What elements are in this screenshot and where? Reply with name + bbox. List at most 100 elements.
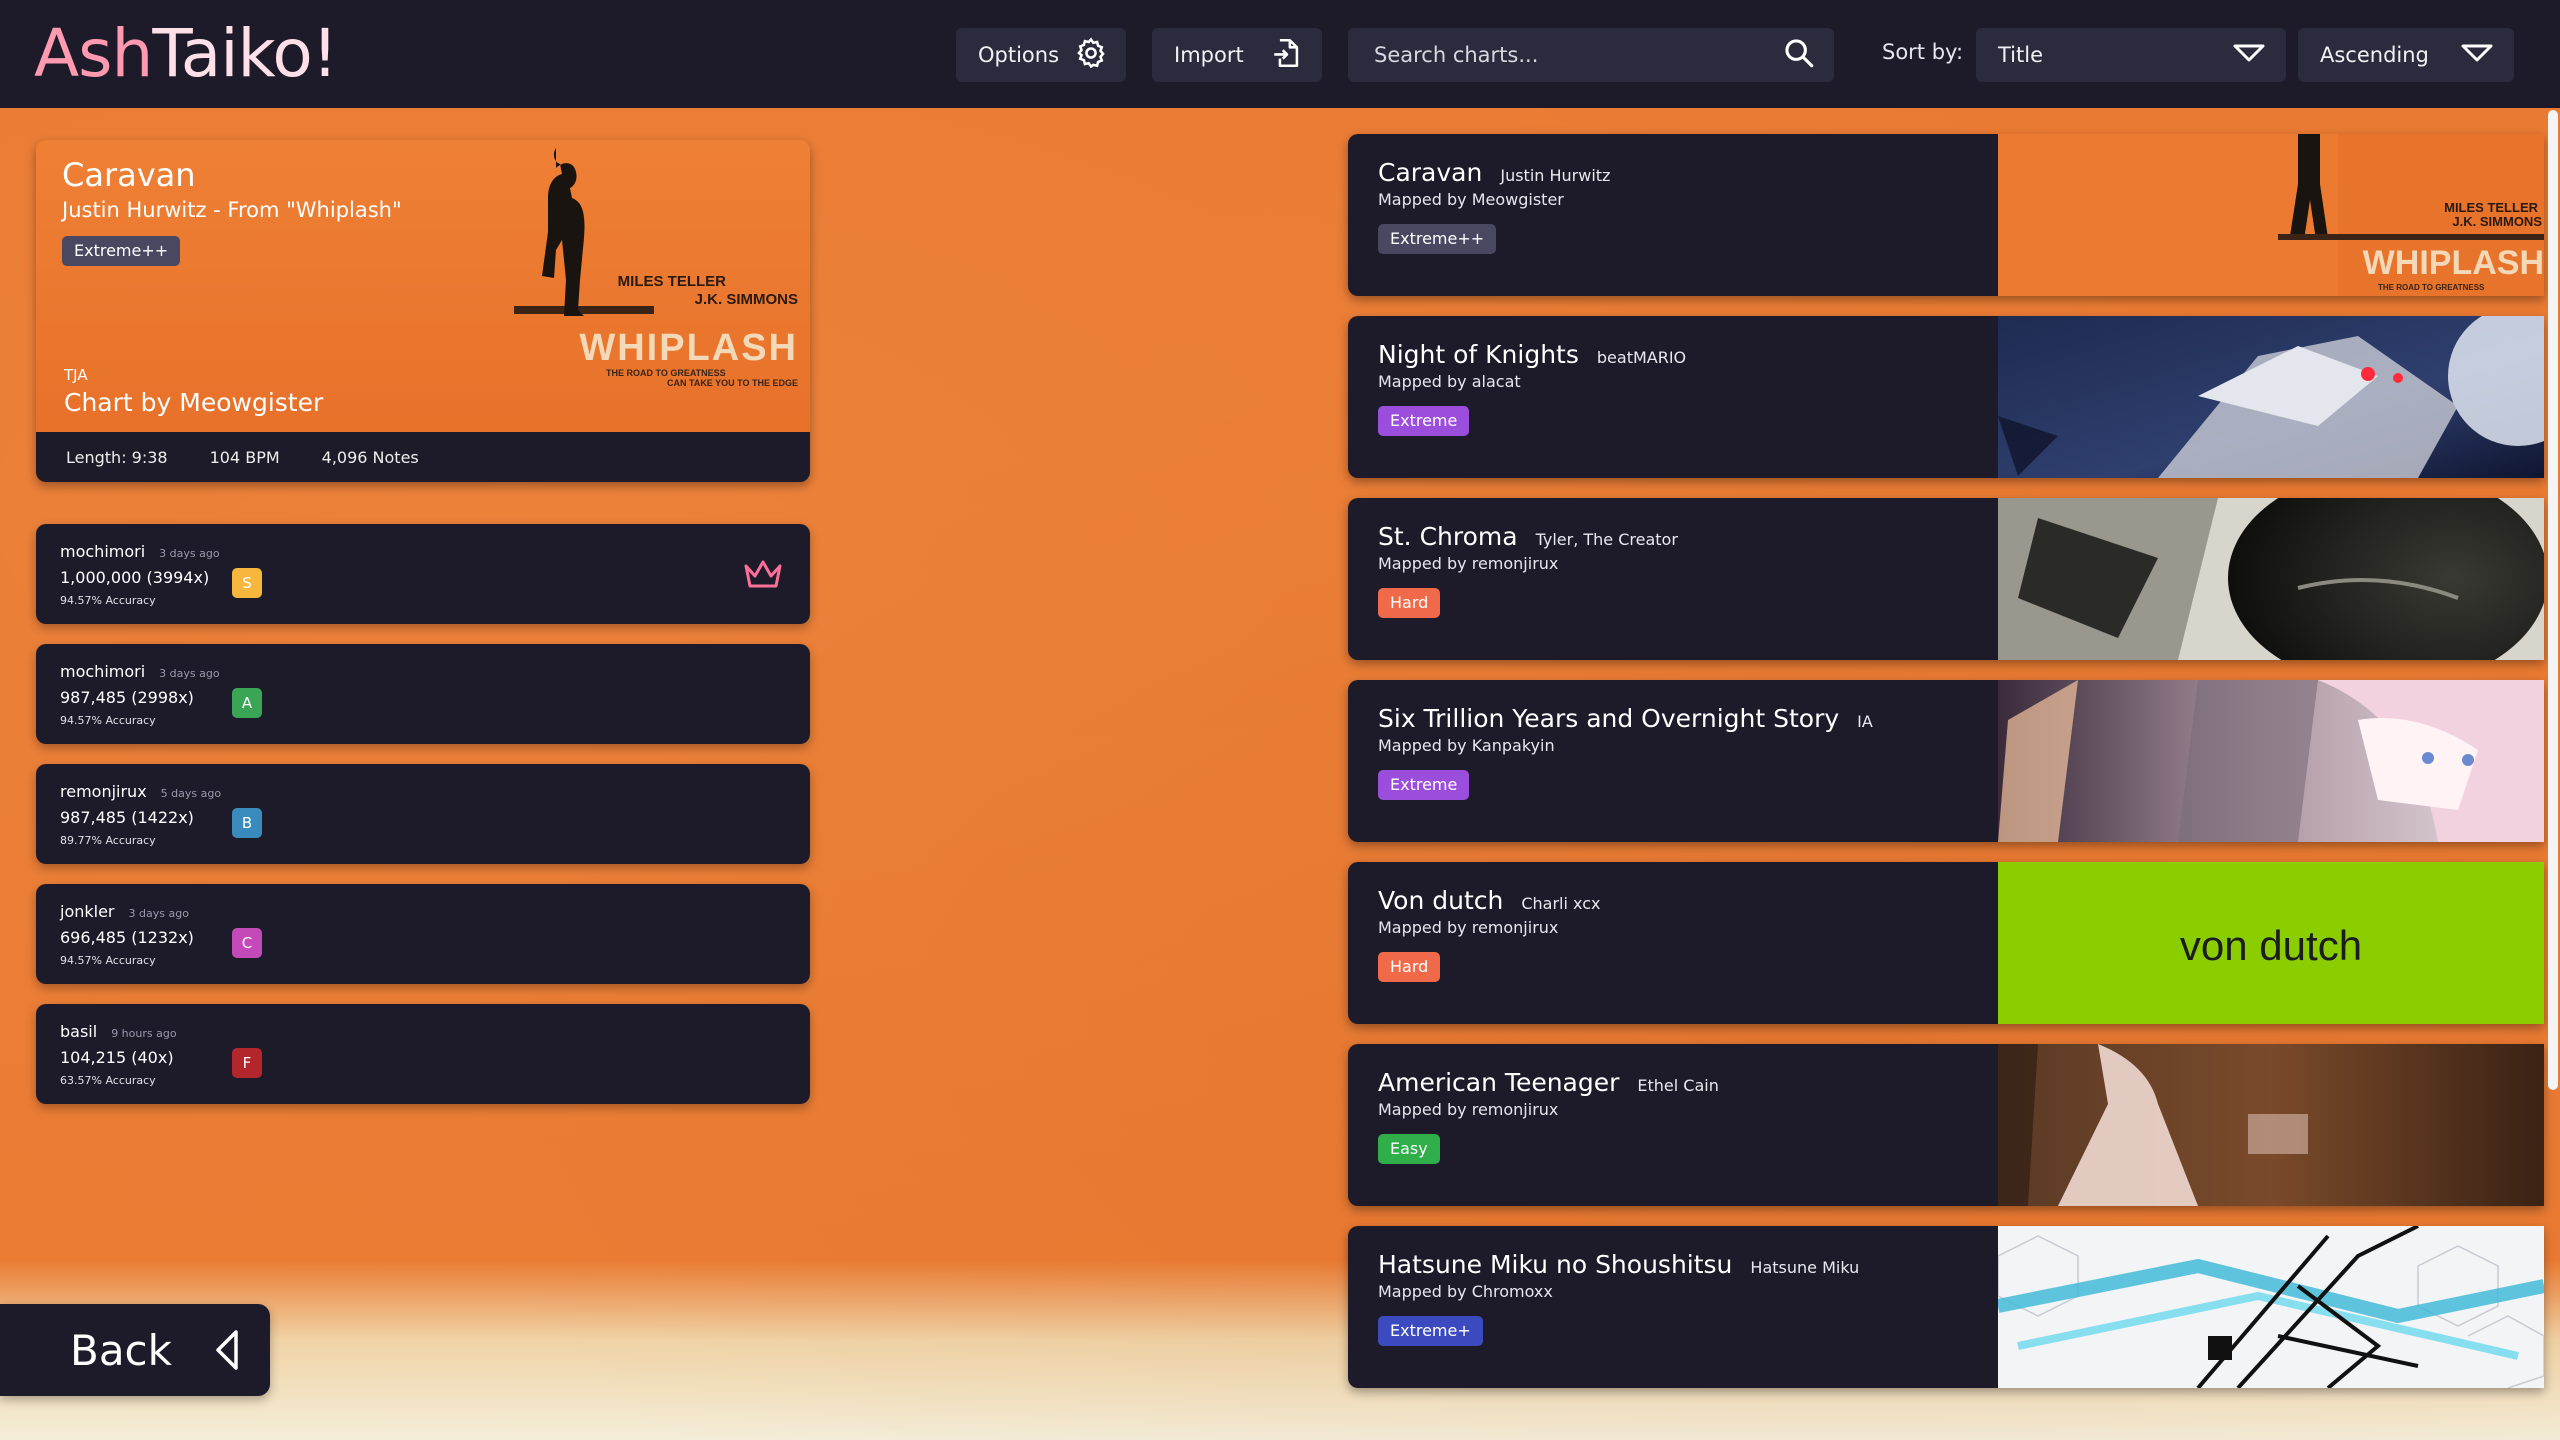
chart-stats: Length: 9:38 104 BPM 4,096 Notes xyxy=(36,432,810,482)
song-artist: Ethel Cain xyxy=(1637,1076,1719,1095)
song-item-hatsune-miku-no-shoushitsu[interactable]: Hatsune Miku no Shoushitsu Hatsune Miku M… xyxy=(1348,1226,2544,1388)
svg-text:J.K. SIMMONS: J.K. SIMMONS xyxy=(2452,214,2542,229)
song-artist: Justin Hurwitz xyxy=(1500,166,1611,185)
song-thumbnail: MILES TELLER J.K. SIMMONS WHIPLASH THE R… xyxy=(1998,134,2544,296)
song-mapper: Mapped by remonjirux xyxy=(1378,1100,1559,1119)
difficulty-badge: Extreme++ xyxy=(62,236,181,266)
difficulty-badge: Extreme++ xyxy=(1378,224,1497,254)
song-title: Caravan xyxy=(1378,158,1483,187)
logo-part-2: Taiko! xyxy=(152,15,338,92)
score-accuracy: 94.57% Accuracy xyxy=(60,594,156,607)
song-thumbnail: von dutch xyxy=(1998,862,2544,1024)
song-artist: Charli xcx xyxy=(1521,894,1601,913)
score-entry[interactable]: basil 9 hours ago 104,215 (40x) 63.57% Ac… xyxy=(36,1004,810,1104)
selected-chart-card: MILES TELLER J.K. SIMMONS WHIPLASH THE R… xyxy=(36,140,810,482)
score-player: basil xyxy=(60,1022,98,1041)
sort-order-select[interactable]: Ascending xyxy=(2298,28,2514,82)
song-item-st-chroma[interactable]: St. Chroma Tyler, The Creator Mapped by r… xyxy=(1348,498,2544,660)
score-player: remonjirux xyxy=(60,782,147,801)
song-mapper: Mapped by Chromoxx xyxy=(1378,1282,1553,1301)
score-player: jonkler xyxy=(60,902,115,921)
score-points: 104,215 (40x) xyxy=(60,1048,174,1067)
score-time: 3 days ago xyxy=(159,547,220,560)
sort-field-select[interactable]: Title xyxy=(1976,28,2286,82)
score-accuracy: 63.57% Accuracy xyxy=(60,1074,156,1087)
grade-badge: C xyxy=(232,928,262,958)
song-item-caravan[interactable]: Caravan Justin Hurwitz Mapped by Meowgist… xyxy=(1348,134,2544,296)
chart-length: Length: 9:38 xyxy=(66,447,168,467)
song-artist: IA xyxy=(1857,712,1873,731)
song-title: American Teenager xyxy=(1378,1068,1620,1097)
difficulty-badge: Hard xyxy=(1378,952,1441,982)
import-button[interactable]: Import xyxy=(1152,28,1322,82)
album-art-text: von dutch xyxy=(2180,922,2362,969)
song-item-von-dutch[interactable]: Von dutch Charli xcx Mapped by remonjirux… xyxy=(1348,862,2544,1024)
score-entry[interactable]: mochimori 3 days ago 1,000,000 (3994x) 94… xyxy=(36,524,810,624)
score-entry[interactable]: mochimori 3 days ago 987,485 (2998x) 94.5… xyxy=(36,644,810,744)
difficulty-badge: Hard xyxy=(1378,588,1441,618)
options-button[interactable]: Options xyxy=(956,28,1126,82)
art-tag-1: THE ROAD TO GREATNESS xyxy=(606,368,726,378)
grade-badge: B xyxy=(232,808,262,838)
scrollbar-thumb[interactable] xyxy=(2548,110,2558,1090)
score-entry[interactable]: jonkler 3 days ago 696,485 (1232x) 94.57%… xyxy=(36,884,810,984)
song-title: Night of Knights xyxy=(1378,340,1579,369)
difficulty-badge: Extreme xyxy=(1378,770,1470,800)
difficulty-badge: Easy xyxy=(1378,1134,1440,1164)
chart-format: TJA xyxy=(64,366,88,384)
song-title: Hatsune Miku no Shoushitsu xyxy=(1378,1250,1733,1279)
score-time: 3 days ago xyxy=(159,667,220,680)
svg-text:THE ROAD TO GREATNESS: THE ROAD TO GREATNESS xyxy=(2378,283,2485,292)
chart-author: Chart by Meowgister xyxy=(64,388,324,417)
score-time: 3 days ago xyxy=(128,907,189,920)
search-input[interactable] xyxy=(1374,43,1782,67)
art-title: WHIPLASH xyxy=(579,327,798,369)
chevron-down-icon xyxy=(2232,42,2266,69)
score-time: 5 days ago xyxy=(160,787,222,800)
score-time: 9 hours ago xyxy=(111,1027,177,1040)
score-entry[interactable]: remonjirux 5 days ago 987,485 (1422x) 89.… xyxy=(36,764,810,864)
options-label: Options xyxy=(978,43,1060,67)
song-title: Von dutch xyxy=(1378,886,1504,915)
score-points: 987,485 (1422x) xyxy=(60,808,194,827)
crown-icon xyxy=(744,560,782,588)
difficulty-badge: Extreme+ xyxy=(1378,1316,1483,1346)
back-button[interactable]: Back xyxy=(0,1304,270,1396)
score-points: 696,485 (1232x) xyxy=(60,928,194,947)
score-accuracy: 94.57% Accuracy xyxy=(60,714,156,727)
sort-field-value: Title xyxy=(1998,43,2044,67)
grade-badge: A xyxy=(232,688,262,718)
svg-text:MILES TELLER: MILES TELLER xyxy=(2444,200,2539,215)
song-item-american-teenager[interactable]: American Teenager Ethel Cain Mapped by re… xyxy=(1348,1044,2544,1206)
score-accuracy: 89.77% Accuracy xyxy=(60,834,156,847)
score-accuracy: 94.57% Accuracy xyxy=(60,954,156,967)
grade-badge: S xyxy=(232,568,262,598)
song-list-scrollbar[interactable] xyxy=(2546,108,2560,1440)
song-artist: Hatsune Miku xyxy=(1750,1258,1860,1277)
app-logo[interactable]: AshTaiko! xyxy=(34,14,338,94)
sort-order-value: Ascending xyxy=(2320,43,2429,67)
search-bar[interactable] xyxy=(1348,28,1834,82)
song-item-six-trillion-years[interactable]: Six Trillion Years and Overnight Story IA… xyxy=(1348,680,2544,842)
top-bar: AshTaiko! Options Import Search charts..… xyxy=(0,0,2560,108)
svg-text:WHIPLASH: WHIPLASH xyxy=(2363,244,2544,282)
score-points: 1,000,000 (3994x) xyxy=(60,568,210,587)
chart-artist: Justin Hurwitz - From "Whiplash" xyxy=(62,198,402,222)
difficulty-badge: Extreme xyxy=(1378,406,1470,436)
song-thumbnail xyxy=(1998,1226,2544,1388)
song-mapper: Mapped by alacat xyxy=(1378,372,1521,391)
sort-label: Sort by: xyxy=(1882,40,1964,64)
song-title: St. Chroma xyxy=(1378,522,1518,551)
chart-bpm: 104 BPM xyxy=(209,447,280,467)
art-tag-2: CAN TAKE YOU TO THE EDGE xyxy=(667,378,798,388)
back-label: Back xyxy=(70,1325,172,1375)
song-item-night-of-knights[interactable]: Night of Knights beatMARIO Mapped by alac… xyxy=(1348,316,2544,478)
song-mapper: Mapped by remonjirux xyxy=(1378,554,1559,573)
search-icon[interactable] xyxy=(1782,36,1816,74)
song-thumbnail xyxy=(1998,498,2544,660)
song-mapper: Mapped by Kanpakyin xyxy=(1378,736,1555,755)
chevron-down-icon xyxy=(2460,42,2494,69)
song-artist: beatMARIO xyxy=(1596,348,1687,367)
song-mapper: Mapped by remonjirux xyxy=(1378,918,1559,937)
chart-title: Caravan xyxy=(62,156,196,194)
